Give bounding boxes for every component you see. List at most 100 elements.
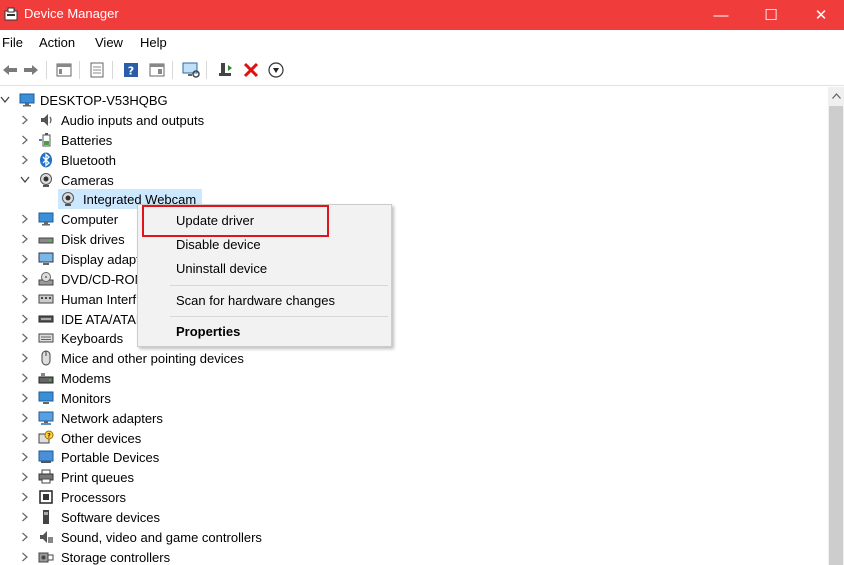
tree-category-item[interactable]: Software devices (0, 507, 828, 527)
computer-icon (38, 212, 54, 226)
chevron-right-icon[interactable] (20, 153, 30, 167)
chevron-right-icon[interactable] (20, 312, 30, 326)
chevron-right-icon[interactable] (20, 331, 30, 345)
menu-help[interactable]: Help (140, 35, 167, 50)
tree-device-item[interactable]: Integrated Webcam (0, 189, 828, 209)
disable-icon[interactable] (266, 60, 286, 80)
tree-category-item[interactable]: IDE ATA/ATAP (0, 309, 828, 329)
help-icon[interactable]: ? (121, 60, 141, 80)
monitor-icon (38, 391, 54, 404)
unknown-device-icon: ? (38, 430, 54, 444)
tree-item-label: Keyboards (61, 331, 124, 346)
hid-icon (38, 294, 54, 304)
chevron-right-icon[interactable] (20, 490, 30, 504)
menu-bar: File Action View Help (0, 30, 844, 55)
chevron-right-icon[interactable] (20, 371, 30, 385)
sound-icon (40, 531, 53, 543)
chevron-right-icon[interactable] (20, 550, 30, 564)
tree-item-label: Modems (61, 371, 111, 386)
menu-file[interactable]: File (2, 35, 23, 50)
webcam-icon (62, 192, 74, 206)
tree-category-item[interactable]: ? Other devices (0, 428, 828, 448)
toolbar: ? (0, 55, 844, 86)
tree-category-item[interactable]: Processors (0, 487, 828, 507)
minimize-button[interactable]: — (698, 0, 744, 30)
tree-item-label: Processors (61, 490, 127, 505)
tree-category-item[interactable]: Keyboards (0, 328, 828, 348)
properties-icon[interactable] (87, 60, 107, 80)
disk-icon (38, 237, 54, 244)
tree-category-item[interactable]: Display adapt (0, 249, 828, 269)
tree-category-item[interactable]: Network adapters (0, 408, 828, 428)
tree-category-item[interactable]: Human Interf (0, 289, 828, 309)
tree-root[interactable]: DESKTOP-V53HQBG (0, 90, 828, 110)
tree-category-item[interactable]: Monitors (0, 388, 828, 408)
tree-category-item[interactable]: Audio inputs and outputs (0, 110, 828, 130)
tree-category-item[interactable]: Cameras (0, 170, 828, 190)
display-icon (38, 252, 54, 265)
scrollbar-thumb[interactable] (829, 106, 843, 565)
chevron-right-icon[interactable] (20, 272, 30, 286)
tree-item-label: IDE ATA/ATAP (61, 312, 145, 327)
bluetooth-icon (40, 152, 52, 168)
update-driver-icon[interactable] (215, 60, 235, 80)
modem-icon (38, 373, 54, 384)
menu-separator (170, 316, 388, 317)
chevron-right-icon[interactable] (20, 530, 30, 544)
back-icon[interactable] (0, 60, 20, 80)
view-icon[interactable] (147, 60, 167, 80)
close-button[interactable]: ✕ (798, 0, 844, 30)
tree-category-item[interactable]: Modems (0, 368, 828, 388)
chevron-down-icon[interactable] (0, 93, 10, 107)
properties-menu-item[interactable]: Properties (138, 320, 391, 342)
show-hide-tree-icon[interactable] (54, 60, 74, 80)
printer-icon (38, 469, 54, 484)
chevron-right-icon[interactable] (20, 391, 30, 405)
tree-item-label: Other devices (61, 431, 142, 446)
chevron-right-icon[interactable] (20, 351, 30, 365)
tree-category-item[interactable]: Disk drives (0, 229, 828, 249)
scroll-up-icon[interactable] (828, 87, 844, 104)
uninstall-device-menu-item[interactable]: Uninstall device (138, 257, 391, 279)
tree-item-label: Cameras (61, 173, 114, 188)
chevron-right-icon[interactable] (20, 133, 30, 147)
tree-category-item[interactable]: Storage controllers (0, 547, 828, 565)
tree-item-label: Computer (61, 212, 119, 227)
forward-icon[interactable] (21, 60, 41, 80)
chevron-right-icon[interactable] (20, 510, 30, 524)
tree-item-label: Software devices (61, 510, 160, 525)
computer-icon (19, 93, 35, 107)
tree-root-label: DESKTOP-V53HQBG (40, 93, 168, 108)
scan-hardware-menu-item[interactable]: Scan for hardware changes (138, 289, 391, 311)
tree-category-item[interactable]: Computer (0, 209, 828, 229)
tree-category-item[interactable]: Portable Devices (0, 447, 828, 467)
chevron-right-icon[interactable] (20, 411, 30, 425)
menu-view[interactable]: View (95, 35, 123, 50)
menu-action[interactable]: Action (39, 35, 75, 50)
maximize-button[interactable]: ☐ (748, 0, 794, 30)
tree-item-label: Sound, video and game controllers (61, 530, 262, 545)
chevron-right-icon[interactable] (20, 292, 30, 306)
chevron-right-icon[interactable] (20, 113, 30, 127)
uninstall-icon[interactable] (241, 60, 261, 80)
software-device-icon (43, 510, 49, 524)
tree-item-label: Batteries (61, 133, 113, 148)
chevron-right-icon[interactable] (20, 232, 30, 246)
tree-category-item[interactable]: Bluetooth (0, 150, 828, 170)
vertical-scrollbar[interactable] (828, 87, 844, 565)
tree-category-item[interactable]: Batteries (0, 130, 828, 150)
tree-category-item[interactable]: DVD/CD-ROM (0, 269, 828, 289)
tree-item-label: Human Interf (61, 292, 137, 307)
chevron-right-icon[interactable] (20, 212, 30, 226)
chevron-right-icon[interactable] (20, 450, 30, 464)
tree-category-item[interactable]: Print queues (0, 467, 828, 487)
scan-hardware-icon[interactable] (181, 60, 201, 80)
tree-category-item[interactable]: Mice and other pointing devices (0, 348, 828, 368)
chevron-right-icon[interactable] (20, 470, 30, 484)
tree-category-item[interactable]: Sound, video and game controllers (0, 527, 828, 547)
chevron-right-icon[interactable] (20, 431, 30, 445)
chevron-right-icon[interactable] (20, 252, 30, 266)
tree-item-label: Monitors (61, 391, 111, 406)
svg-text:?: ? (47, 433, 51, 440)
chevron-down-icon[interactable] (20, 173, 30, 187)
